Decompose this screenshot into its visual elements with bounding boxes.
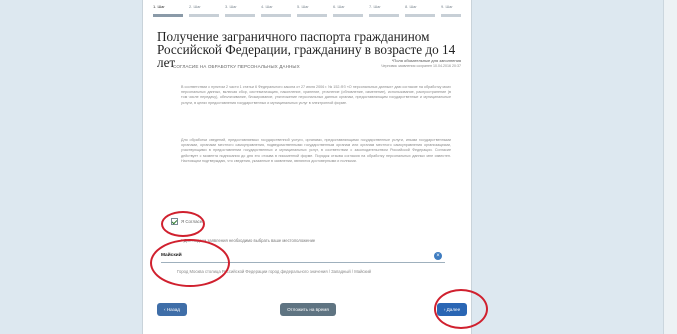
annotation-circle-next xyxy=(434,289,488,329)
clear-location-icon[interactable]: × xyxy=(434,252,442,260)
step-label: 9. Шаг xyxy=(441,4,453,9)
consent-paragraph-1: В соответствии с пунктом 2 части 1 стать… xyxy=(181,85,451,105)
step-5[interactable]: 5. Шаг xyxy=(297,4,327,24)
step-7[interactable]: 7. Шаг xyxy=(369,4,399,24)
section-heading: СОГЛАСИЕ НА ОБРАБОТКУ ПЕРСОНАЛЬНЫХ ДАННЫ… xyxy=(173,64,300,69)
step-label: 6. Шаг xyxy=(333,4,345,9)
step-3[interactable]: 3. Шаг xyxy=(225,4,255,24)
step-label: 2. Шаг xyxy=(189,4,201,9)
step-label: 3. Шаг xyxy=(225,4,237,9)
step-label: 1. Шаг xyxy=(153,4,165,9)
annotation-circle-location xyxy=(150,239,230,287)
step-4[interactable]: 4. Шаг xyxy=(261,4,291,24)
required-fields-note: *Поля обязательные для заполнения xyxy=(391,58,461,63)
step-label: 8. Шаг xyxy=(405,4,417,9)
step-2[interactable]: 2. Шаг xyxy=(189,4,219,24)
autosave-status: Черновик заявления сохранен 10.04.2016 2… xyxy=(381,64,461,68)
step-label: 4. Шаг xyxy=(261,4,273,9)
save-draft-button[interactable]: Отложить на время xyxy=(280,303,336,316)
consent-paragraph-2: Для обработки сведений, предоставляемых … xyxy=(181,138,451,163)
back-button[interactable]: ‹ Назад xyxy=(157,303,187,316)
step-progress: 1. Шаг 2. Шаг 3. Шаг 4. Шаг 5. Шаг 6. Ша… xyxy=(153,4,461,24)
step-9[interactable]: 9. Шаг xyxy=(441,4,461,24)
step-label: 5. Шаг xyxy=(297,4,309,9)
step-label: 7. Шаг xyxy=(369,4,381,9)
step-8[interactable]: 8. Шаг xyxy=(405,4,435,24)
annotation-circle-checkbox xyxy=(161,211,205,237)
step-6[interactable]: 6. Шаг xyxy=(333,4,363,24)
right-edge-strip xyxy=(663,0,677,334)
step-1[interactable]: 1. Шаг xyxy=(153,4,183,24)
